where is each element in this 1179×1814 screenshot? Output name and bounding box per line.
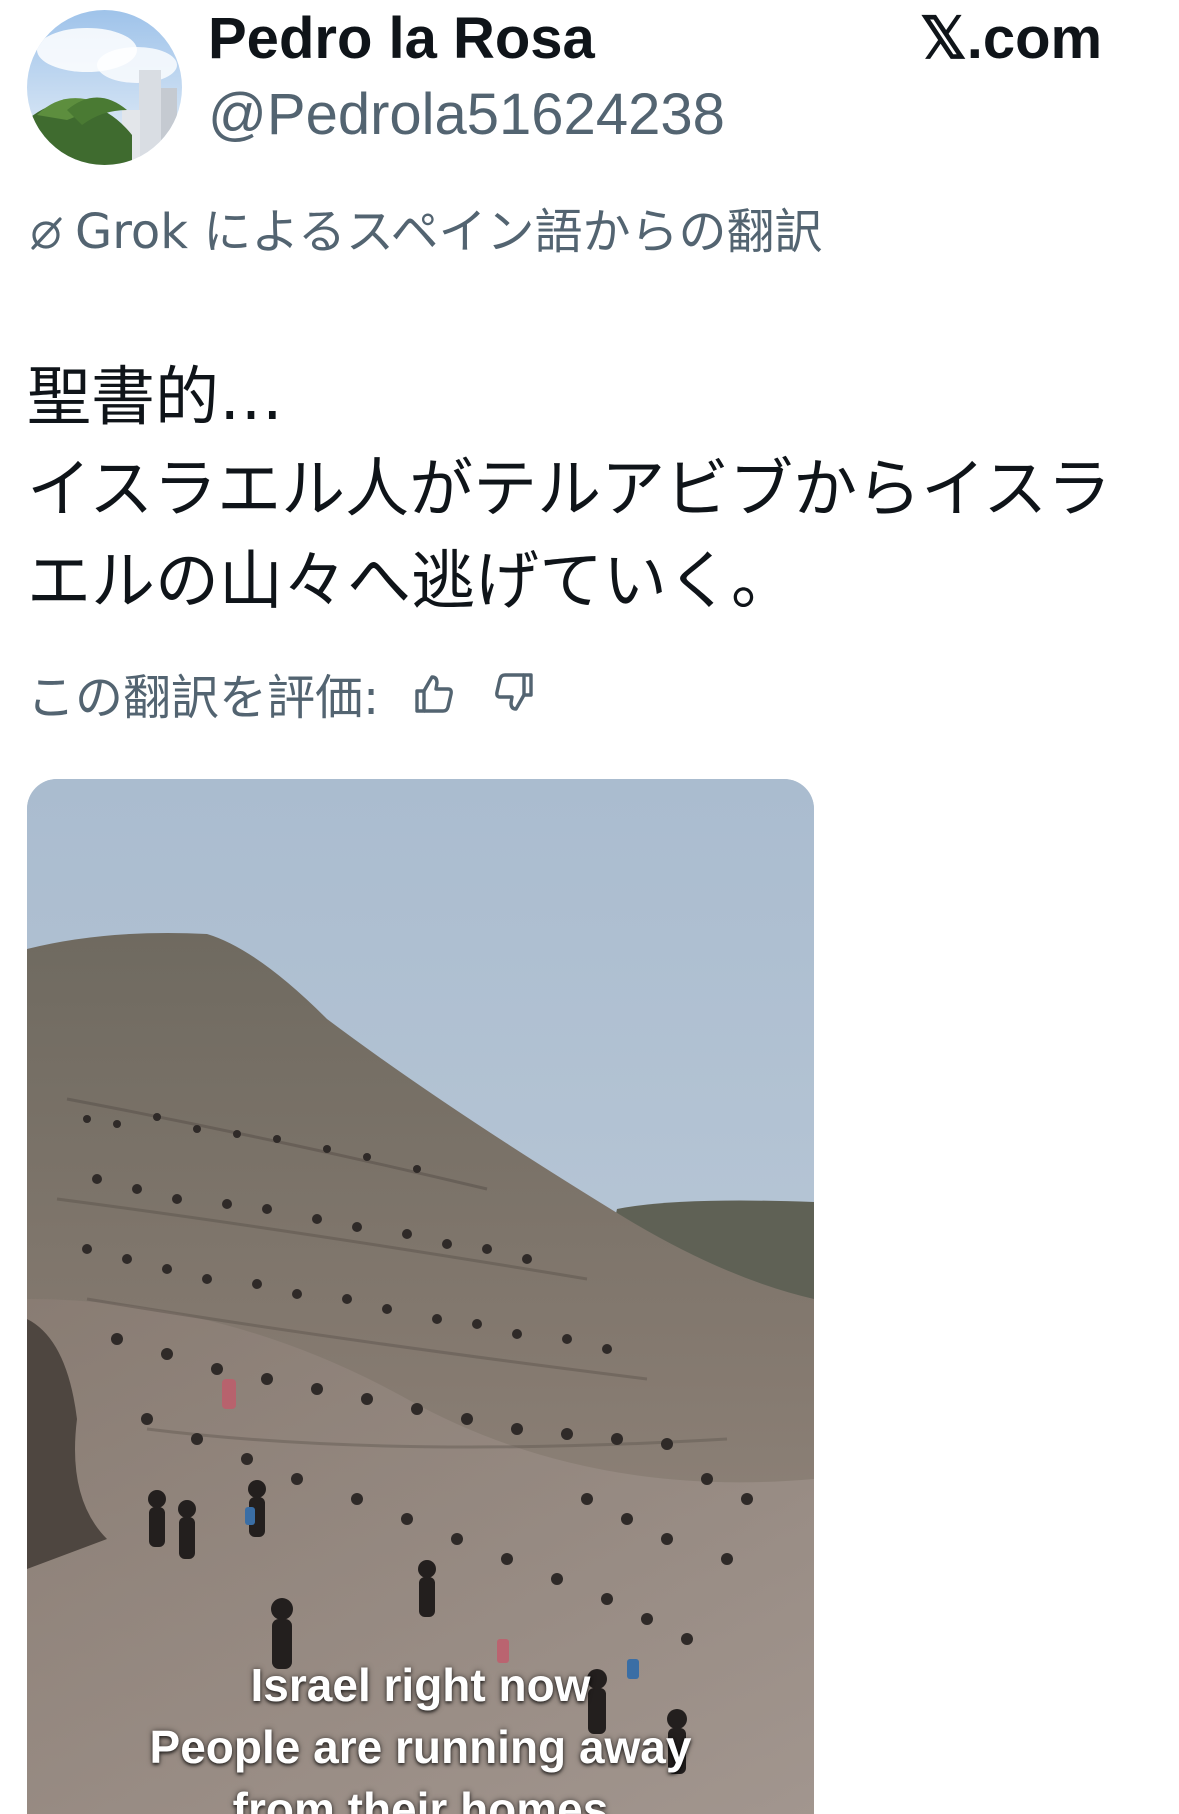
- grok-icon: [27, 208, 65, 250]
- rate-translation-label: この翻訳を評価:: [27, 670, 380, 726]
- translation-label-row: Grok によるスペイン語からの翻訳: [27, 195, 823, 260]
- user-handle[interactable]: @Pedrola51624238: [208, 80, 725, 150]
- translation-label: Grok によるスペイン語からの翻訳: [75, 204, 823, 260]
- video-caption-line: from their homes: [232, 1783, 609, 1814]
- tweet-line: エルの山々へ逃げていく。: [27, 545, 795, 619]
- tweet-media-video[interactable]: Israel right now People are running away…: [27, 779, 814, 1814]
- site-label: 𝕏.com: [920, 6, 1103, 71]
- avatar-image: [27, 10, 182, 165]
- tweet-line: イスラエル人がテルアビブからイスラ: [27, 453, 1112, 527]
- avatar[interactable]: [27, 10, 182, 165]
- video-caption-line: People are running away: [149, 1721, 692, 1773]
- tweet-text: 聖書的… イスラエル人がテルアビブからイスラ エルの山々へ逃げていく。: [27, 352, 1147, 628]
- thumbs-up-icon[interactable]: [409, 669, 457, 717]
- rate-translation-row: この翻訳を評価:: [27, 660, 539, 726]
- tweet-line: 聖書的…: [27, 361, 283, 435]
- thumbs-down-icon[interactable]: [491, 669, 539, 717]
- video-caption-line: Israel right now: [250, 1659, 591, 1711]
- display-name[interactable]: Pedro la Rosa: [208, 4, 595, 74]
